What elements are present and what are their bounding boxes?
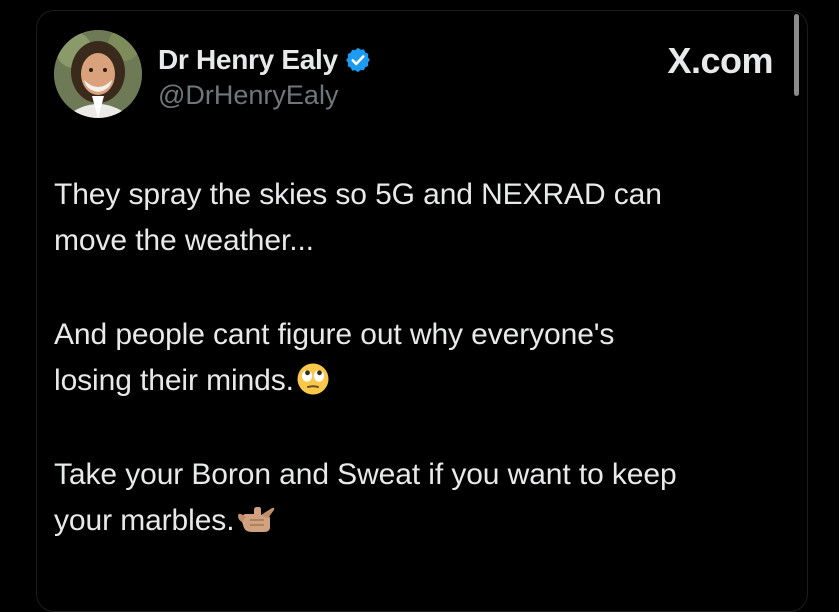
post-text-line: And people cant figure out why everyone'… [54,318,615,351]
verified-badge-icon [345,47,370,73]
post-paragraph-1: They spray the skies so 5G and NEXRAD ca… [54,172,794,264]
call-me-hand-icon [238,507,275,532]
post-text-line: your marbles. [54,504,235,537]
post-text-line: move the weather... [54,224,314,257]
scrollbar[interactable] [794,14,799,96]
face-with-rolling-eyes-icon [297,363,329,395]
brand-logo: X.com [667,40,773,81]
post-text-line-with-emoji: losing their minds. [54,358,794,404]
post-text-line: Take your Boron and Sweat if you want to… [54,458,677,491]
post-text-line: They spray the skies so 5G and NEXRAD ca… [54,178,662,211]
author-name[interactable]: Dr Henry Ealy [158,44,338,76]
author-handle[interactable]: @DrHenryEaly [158,80,338,111]
post-paragraph-2: And people cant figure out why everyone'… [54,312,794,404]
post-paragraph-3: Take your Boron and Sweat if you want to… [54,452,794,544]
author-name-row[interactable]: Dr Henry Ealy [158,43,372,77]
post-text-line-with-emoji: your marbles. [54,498,794,544]
avatar[interactable] [54,30,142,118]
avatar-photo-icon [54,30,142,118]
post-text-line: losing their minds. [54,364,294,397]
